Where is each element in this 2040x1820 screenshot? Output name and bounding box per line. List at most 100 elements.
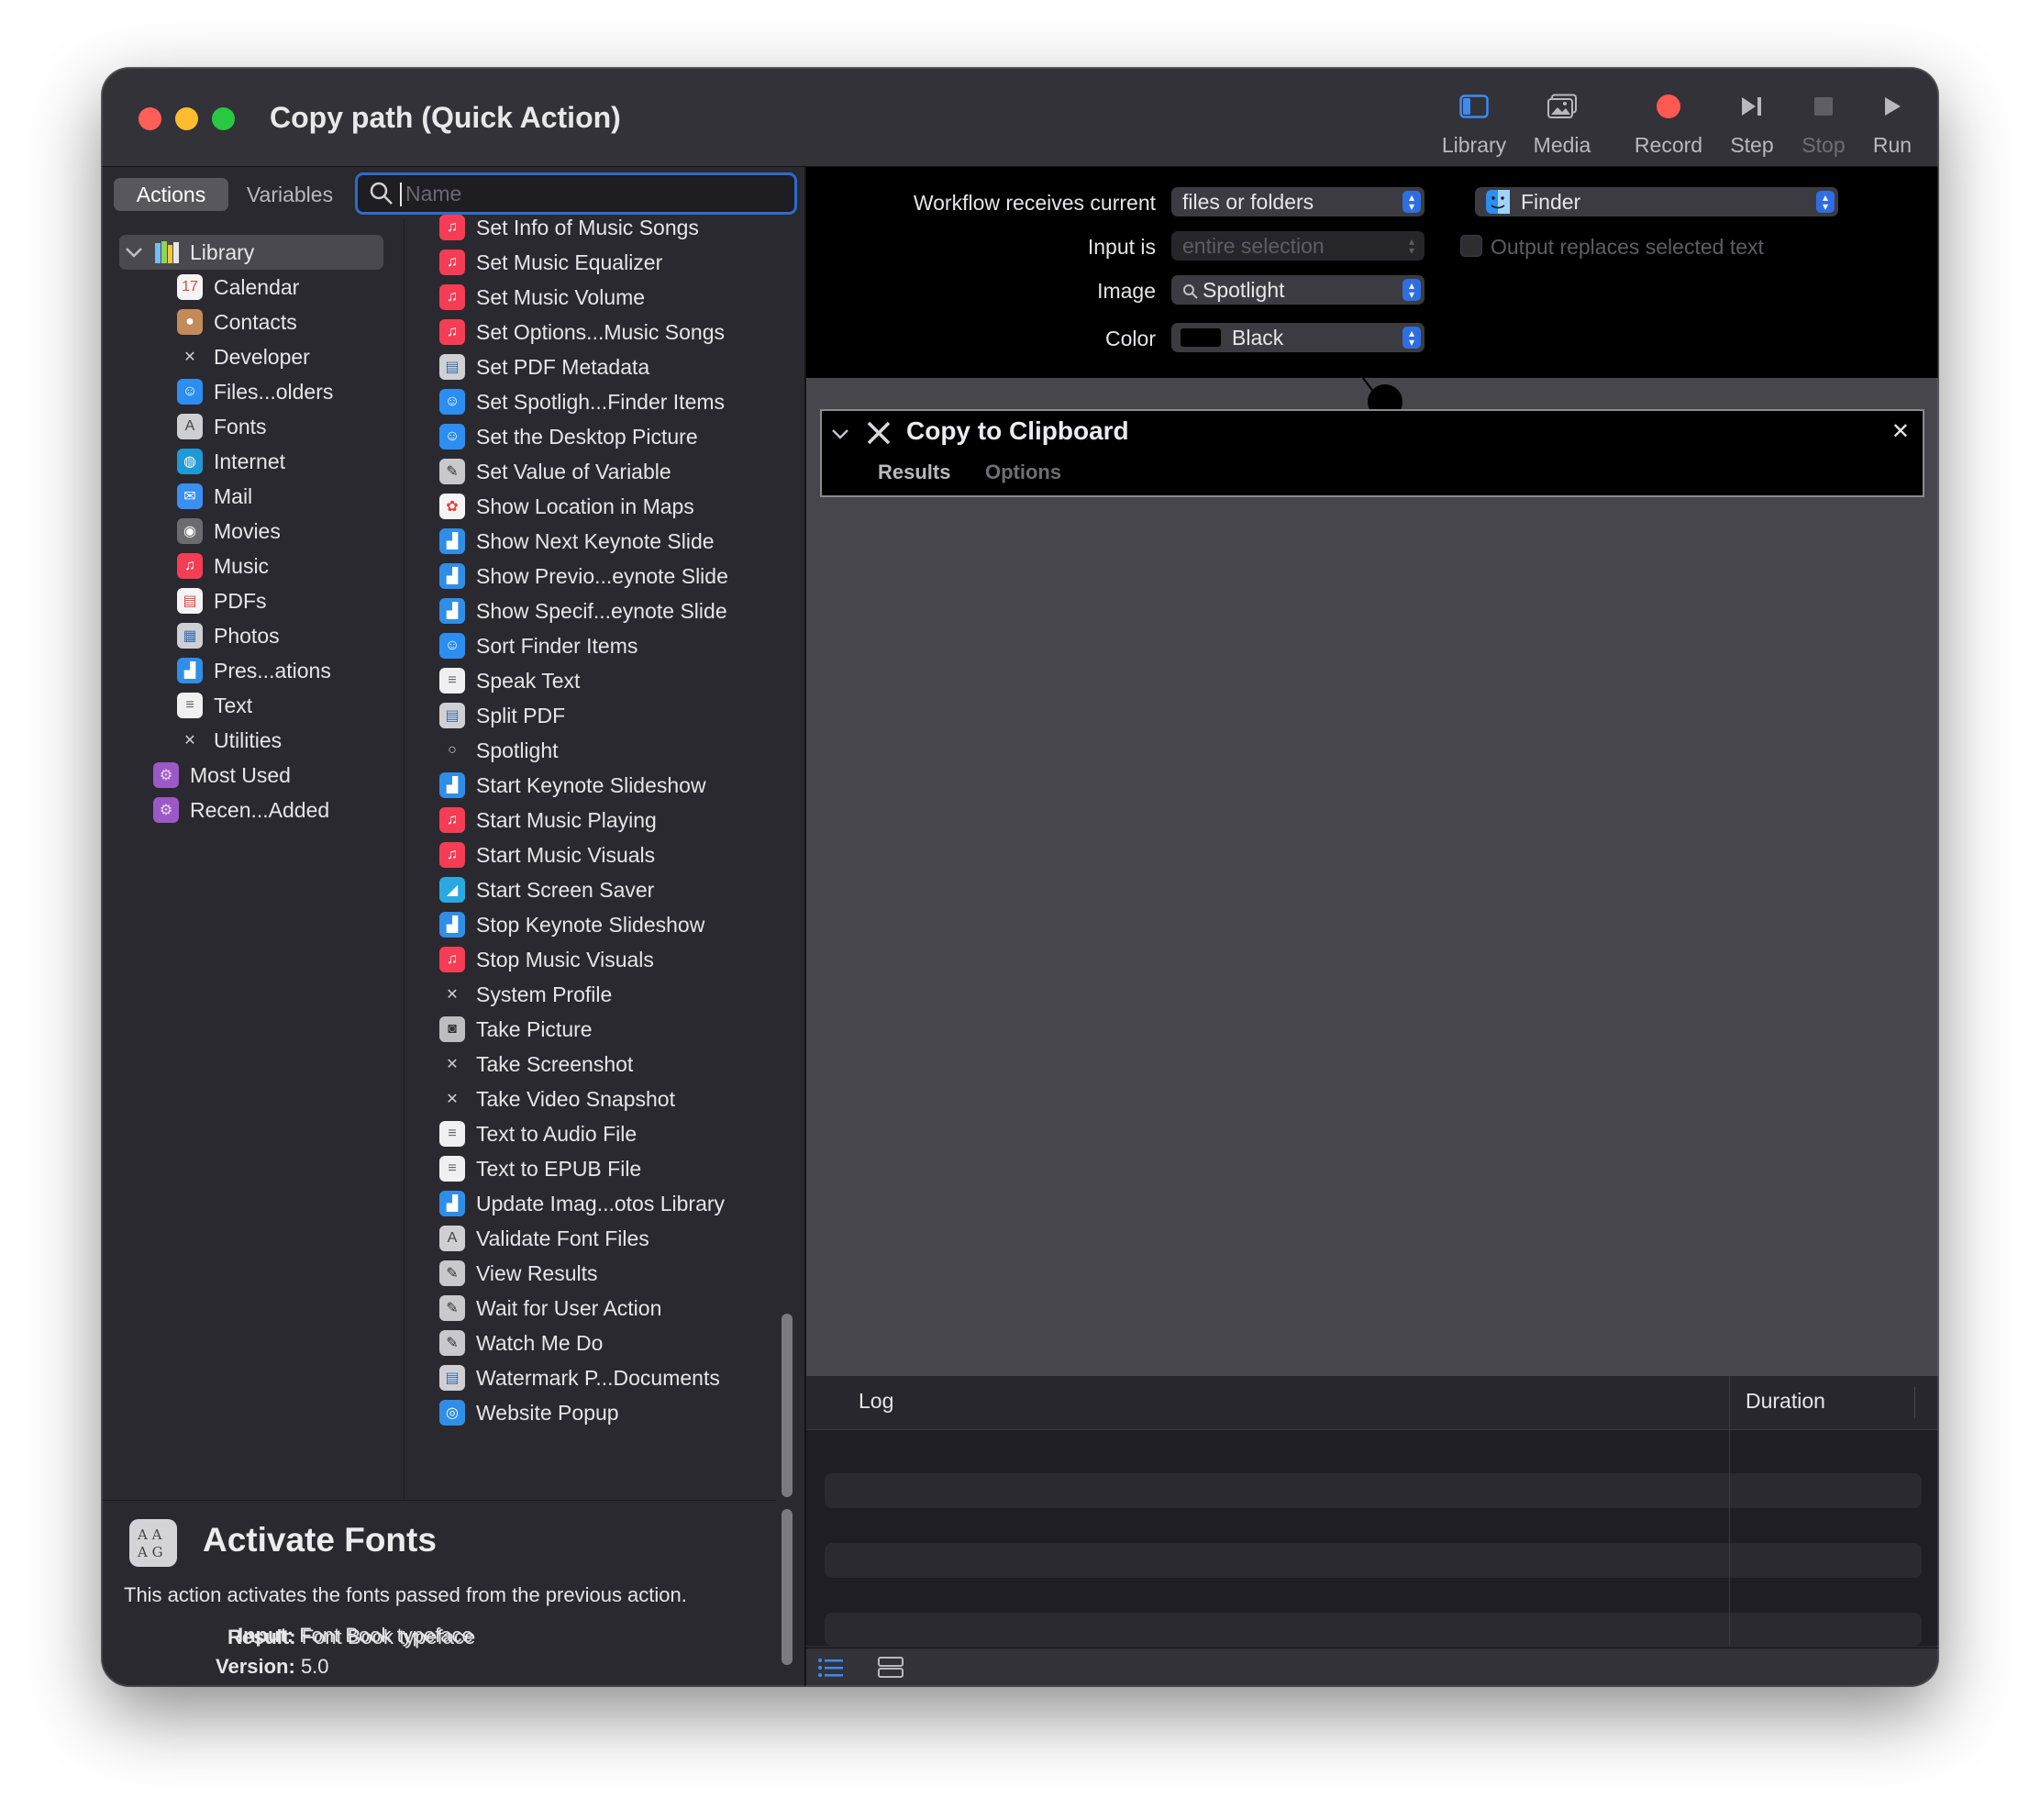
sidebar-item-fonts[interactable]: A Fonts [177,409,267,444]
list-item[interactable]: ♫ Set Music Equalizer [439,245,662,280]
list-item[interactable]: ≡ Text to EPUB File [439,1151,641,1186]
sidebar-item-internet[interactable]: ◍ Internet [177,444,285,479]
tab-options[interactable]: Options [985,461,1061,484]
list-item[interactable]: ♫ Start Music Playing [439,803,657,838]
list-item[interactable]: ▟ Stop Keynote Slideshow [439,907,704,942]
list-item[interactable]: ✕ Take Video Snapshot [439,1082,675,1116]
list-item[interactable]: A Validate Font Files [439,1221,649,1256]
action-label: Website Popup [476,1400,619,1425]
media-toolbar-button[interactable]: Media [1512,84,1613,158]
sidebar-item-music[interactable]: ♫ Music [177,549,269,583]
duration-column-header[interactable]: Duration [1746,1389,1825,1414]
list-item[interactable]: ▟ Update Imag...otos Library [439,1186,725,1221]
sidebar-item-label: PDFs [214,588,267,613]
copy-to-clipboard-action[interactable]: Copy to Clipboard Results Options ✕ [820,409,1924,497]
sidebar-item-pres-ations[interactable]: ▟ Pres...ations [177,653,331,688]
list-item[interactable]: ▤ Set PDF Metadata [439,350,649,384]
collapse-chevron-icon[interactable] [831,427,849,445]
list-item[interactable]: ▟ Start Keynote Slideshow [439,768,706,803]
tab-actions[interactable]: Actions [114,178,228,211]
list-item[interactable]: ☺ Sort Finder Items [439,628,638,663]
app-value: Finder [1521,190,1581,214]
list-item[interactable]: ☺ Set the Desktop Picture [439,419,698,454]
tab-variables[interactable]: Variables [235,178,345,211]
action-list-scrollbar[interactable] [782,1314,793,1497]
close-window-button[interactable] [139,107,161,130]
text-icon: ≡ [439,668,465,694]
app-popup[interactable]: Finder ▴ ▾ [1475,187,1838,216]
list-item[interactable]: ♫ Start Music Visuals [439,838,655,872]
sidebar-item-library[interactable]: Library [153,235,254,270]
close-icon[interactable]: ✕ [1891,418,1910,445]
receives-popup[interactable]: files or folders ▴ ▾ [1171,187,1425,216]
list-item[interactable]: ♫ Set Music Volume [439,280,645,315]
action-label: Watermark P...Documents [476,1365,720,1390]
list-item[interactable]: ✎ Set Value of Variable [439,454,671,489]
sidebar-item-smart-group[interactable]: ⚙ Most Used [153,758,291,793]
list-item[interactable]: ▟ Show Next Keynote Slide [439,524,715,559]
color-popup[interactable]: Black ▴ ▾ [1171,323,1425,352]
sidebar-item-movies[interactable]: ◉ Movies [177,514,281,549]
list-view-icon[interactable] [817,1656,845,1684]
list-item[interactable]: ✎ Watch Me Do [439,1326,603,1360]
sidebar-item-text[interactable]: ≡ Text [177,688,252,723]
list-item[interactable]: ▤ Split PDF [439,698,565,733]
keynote-icon: ▟ [439,1191,465,1216]
svg-text:A G: A G [137,1544,163,1560]
sidebar-item-utilities[interactable]: ✕ Utilities [177,723,282,758]
list-item[interactable]: ≡ Text to Audio File [439,1116,637,1151]
workflow-canvas[interactable]: Copy to Clipboard Results Options ✕ [806,378,1938,1376]
finder-icon: ☺ [439,633,465,659]
list-item[interactable]: ✕ Take Screenshot [439,1047,633,1082]
minimize-window-button[interactable] [175,107,198,130]
split-view-icon[interactable] [877,1656,904,1684]
sidebar-item-mail[interactable]: ✉ Mail [177,479,252,514]
sidebar-item-photos[interactable]: ▦ Photos [177,618,280,653]
list-item[interactable]: ▟ Show Specif...eynote Slide [439,594,727,628]
list-item[interactable]: ✎ View Results [439,1256,598,1291]
log-column-header[interactable]: Log [859,1389,893,1414]
library-toolbar-button[interactable]: Library [1424,84,1524,158]
sidebar-item-contacts[interactable]: ● Contacts [177,305,297,339]
action-label: Watch Me Do [476,1330,604,1355]
tab-results[interactable]: Results [878,461,950,484]
right-bottom-bar [806,1648,1938,1686]
finder-icon: ☺ [439,389,465,415]
chevron-down-icon[interactable] [125,246,143,263]
list-item[interactable]: ♫ Set Info of Music Songs [439,210,699,245]
utilities-icon: ✕ [446,1092,459,1107]
sidebar-item-label: Calendar [214,274,300,299]
input-is-popup[interactable]: entire selection ▴ ▾ [1171,231,1425,261]
sidebar-item-files-olders[interactable]: ☺ Files...olders [177,374,333,409]
list-item[interactable]: ♫ Stop Music Visuals [439,942,654,977]
zoom-window-button[interactable] [212,107,235,130]
sidebar-item-smart-group[interactable]: ⚙ Recen...Added [153,793,329,827]
list-item[interactable]: ◙ Take Picture [439,1012,593,1047]
run-toolbar-button[interactable]: Run [1842,84,1938,158]
description-scrollbar[interactable] [782,1509,793,1665]
sidebar-item-calendar[interactable]: 17 Calendar [177,270,299,305]
list-item[interactable]: ✕ System Profile [439,977,612,1012]
header-divider [1914,1387,1915,1418]
search-input[interactable]: Name [355,172,797,215]
list-item[interactable]: ♫ Set Options...Music Songs [439,315,725,350]
log-row [825,1543,1922,1578]
list-item[interactable]: ◢ Start Screen Saver [439,872,654,907]
list-item[interactable]: ✎ Wait for User Action [439,1291,661,1326]
sidebar-item-developer[interactable]: ✕ Developer [177,339,310,374]
stepper-arrows-icon: ▴ ▾ [1402,327,1421,349]
list-item[interactable]: ○ Spotlight [439,733,558,768]
action-label: Split PDF [476,703,566,727]
title-bar: Copy path (Quick Action) Library Media R… [102,68,1938,167]
image-popup[interactable]: Spotlight ▴ ▾ [1171,275,1425,305]
list-item[interactable]: ▤ Watermark P...Documents [439,1360,720,1395]
list-item[interactable]: ✿ Show Location in Maps [439,489,694,524]
sidebar-item-pdfs[interactable]: ▤ PDFs [177,583,267,618]
list-item[interactable]: ≡ Speak Text [439,663,580,698]
list-item[interactable]: ☺ Set Spotligh...Finder Items [439,384,725,419]
list-item[interactable]: ▟ Show Previo...eynote Slide [439,559,728,594]
output-replaces-checkbox[interactable] [1460,235,1482,257]
list-item[interactable]: ◎ Website Popup [439,1395,619,1430]
sidebar-item-label: Music [214,553,270,578]
action-label: Set the Desktop Picture [476,424,698,449]
